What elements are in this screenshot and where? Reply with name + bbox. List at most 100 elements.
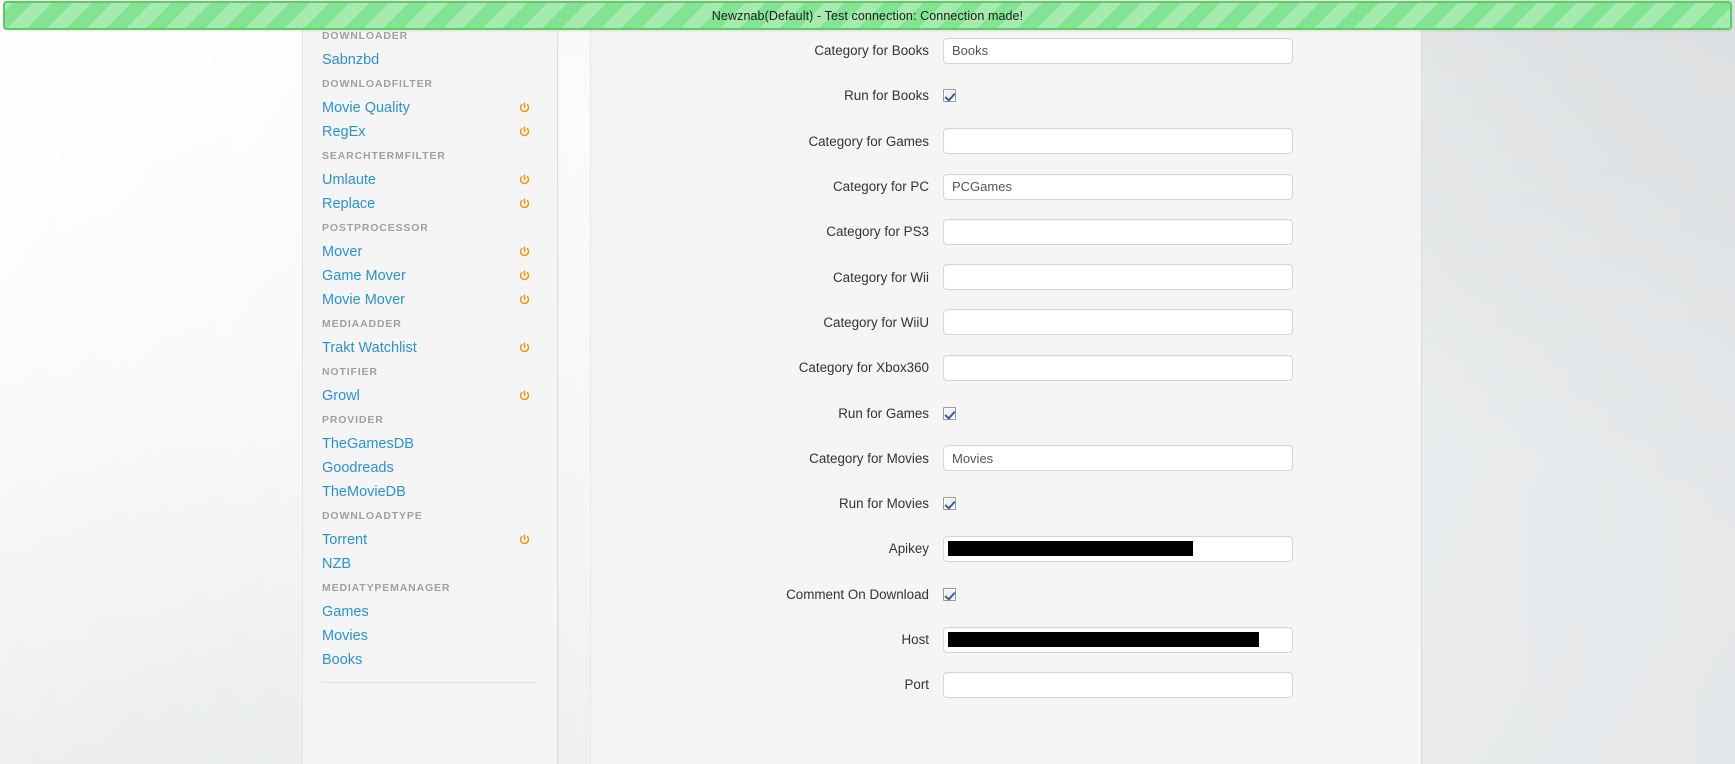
- field-label: Host: [901, 632, 929, 647]
- sidebar-item-label[interactable]: Movie Quality: [322, 100, 410, 116]
- checkbox-run-for-games[interactable]: [943, 406, 956, 420]
- sidebar-item-label[interactable]: TheGamesDB: [322, 436, 414, 452]
- form-row: Category for PC: [591, 164, 1421, 209]
- input-wrapper: [943, 173, 1293, 200]
- sidebar-item-label[interactable]: Goodreads: [322, 460, 394, 476]
- input-category-for-ps3[interactable]: [943, 218, 1293, 245]
- power-icon[interactable]: [518, 390, 531, 403]
- power-icon[interactable]: [518, 246, 531, 259]
- field-label: Category for Books: [814, 43, 929, 59]
- field-label: Category for Xbox360: [798, 360, 929, 376]
- checkbox-run-for-movies[interactable]: [943, 497, 956, 511]
- sidebar-item-mover[interactable]: Mover: [303, 240, 557, 264]
- input-category-for-pc[interactable]: [943, 173, 1293, 200]
- input-category-for-games[interactable]: [943, 128, 1293, 155]
- sidebar-item-books[interactable]: Books: [303, 648, 557, 672]
- sidebar-item-label[interactable]: Books: [322, 652, 362, 668]
- sidebar-item-label[interactable]: Trakt Watchlist: [322, 340, 417, 356]
- sidebar-item-label[interactable]: Games: [322, 604, 369, 620]
- power-icon[interactable]: [518, 174, 531, 187]
- field-control: [943, 535, 1421, 562]
- power-icon[interactable]: [518, 126, 531, 139]
- field-label: Category for Games: [808, 133, 929, 149]
- sidebar-item-nzb[interactable]: NZB: [303, 552, 557, 576]
- field-control: [943, 173, 1421, 200]
- sidebar-item-movies[interactable]: Movies: [303, 624, 557, 648]
- input-category-for-movies[interactable]: [943, 445, 1293, 472]
- field-control: [943, 626, 1421, 653]
- checkbox-run-for-books[interactable]: [943, 89, 956, 103]
- form-row: Run for Books: [591, 73, 1421, 118]
- field-label: Category for WiiU: [823, 314, 929, 330]
- notification-message: Newznab(Default) - Test connection: Conn…: [711, 8, 1024, 23]
- sidebar-item-games[interactable]: Games: [303, 600, 557, 624]
- field-label: Run for Games: [838, 405, 929, 421]
- power-icon[interactable]: [518, 102, 531, 115]
- field-label: Category for Wii: [833, 269, 929, 285]
- settings-content-panel: Category for Books Run for Books Category …: [590, 0, 1422, 764]
- sidebar-item-umlaute[interactable]: Umlaute: [303, 168, 557, 192]
- sidebar-navigation: ( ) DOWNLOADERSabnzbdDOWNLOADFILTERMovie…: [302, 0, 558, 764]
- input-wrapper: [943, 37, 1293, 64]
- form-row: Category for Movies: [591, 436, 1421, 481]
- field-label: Category for PS3: [826, 224, 929, 240]
- input-host[interactable]: [943, 626, 1293, 653]
- input-apikey[interactable]: [943, 535, 1293, 562]
- input-category-for-xbox360[interactable]: [943, 354, 1293, 381]
- field-control: [943, 406, 1421, 420]
- sidebar-item-label[interactable]: NZB: [322, 556, 351, 572]
- field-control: [943, 445, 1421, 472]
- field-control: [943, 128, 1421, 155]
- sidebar-item-label[interactable]: Growl: [322, 388, 360, 404]
- sidebar-item-label[interactable]: RegEx: [322, 124, 366, 140]
- field-control: [943, 218, 1421, 245]
- sidebar-item-label[interactable]: Sabnzbd: [322, 52, 379, 68]
- input-category-for-wiiu[interactable]: [943, 309, 1293, 336]
- input-wrapper: [943, 535, 1293, 562]
- sidebar-item-game-mover[interactable]: Game Mover: [303, 264, 557, 288]
- sidebar-section-header: DOWNLOADFILTER: [322, 78, 433, 90]
- sidebar-item-label[interactable]: Torrent: [322, 532, 367, 548]
- sidebar-item-goodreads[interactable]: Goodreads: [303, 456, 557, 480]
- sidebar-item-growl[interactable]: Growl: [303, 384, 557, 408]
- power-icon[interactable]: [518, 294, 531, 307]
- sidebar-item-trakt-watchlist[interactable]: Trakt Watchlist: [303, 336, 557, 360]
- sidebar-item-label[interactable]: Umlaute: [322, 172, 376, 188]
- power-icon[interactable]: [518, 270, 531, 283]
- sidebar-item-label[interactable]: Replace: [322, 196, 375, 212]
- input-wrapper: [943, 309, 1293, 336]
- sidebar-item-thegamesdb[interactable]: TheGamesDB: [303, 432, 557, 456]
- sidebar-item-torrent[interactable]: Torrent: [303, 528, 557, 552]
- sidebar-section-header: PROVIDER: [322, 414, 384, 426]
- sidebar-item-label[interactable]: Mover: [322, 244, 362, 260]
- field-control: [943, 497, 1421, 511]
- input-wrapper: [943, 626, 1293, 653]
- field-control: [943, 89, 1421, 103]
- sidebar-item-movie-quality[interactable]: Movie Quality: [303, 96, 557, 120]
- form-row: Category for PS3: [591, 209, 1421, 254]
- form-row: Apikey: [591, 526, 1421, 571]
- power-icon[interactable]: [518, 342, 531, 355]
- power-icon[interactable]: [518, 198, 531, 211]
- field-label: Comment On Download: [786, 586, 929, 602]
- input-wrapper: [943, 445, 1293, 472]
- power-icon[interactable]: [518, 534, 531, 547]
- sidebar-item-label[interactable]: Game Mover: [322, 268, 406, 284]
- checkbox-comment-on-download[interactable]: [943, 587, 956, 601]
- input-port[interactable]: [943, 671, 1293, 698]
- form-row: Run for Games: [591, 390, 1421, 435]
- form-row: Host: [591, 617, 1421, 662]
- sidebar-item-sabnzbd[interactable]: Sabnzbd: [303, 48, 557, 72]
- input-wrapper: [943, 128, 1293, 155]
- sidebar-item-label[interactable]: Movie Mover: [322, 292, 405, 308]
- sidebar-item-replace[interactable]: Replace: [303, 192, 557, 216]
- sidebar-item-movie-mover[interactable]: Movie Mover: [303, 288, 557, 312]
- input-category-for-wii[interactable]: [943, 264, 1293, 291]
- sidebar-item-label[interactable]: TheMovieDB: [322, 484, 406, 500]
- sidebar-item-label[interactable]: Movies: [322, 628, 368, 644]
- field-control: [943, 264, 1421, 291]
- sidebar-item-regex[interactable]: RegEx: [303, 120, 557, 144]
- input-category-for-books[interactable]: [943, 37, 1293, 64]
- sidebar-item-themoviedb[interactable]: TheMovieDB: [303, 480, 557, 504]
- field-label: Run for Movies: [838, 496, 929, 512]
